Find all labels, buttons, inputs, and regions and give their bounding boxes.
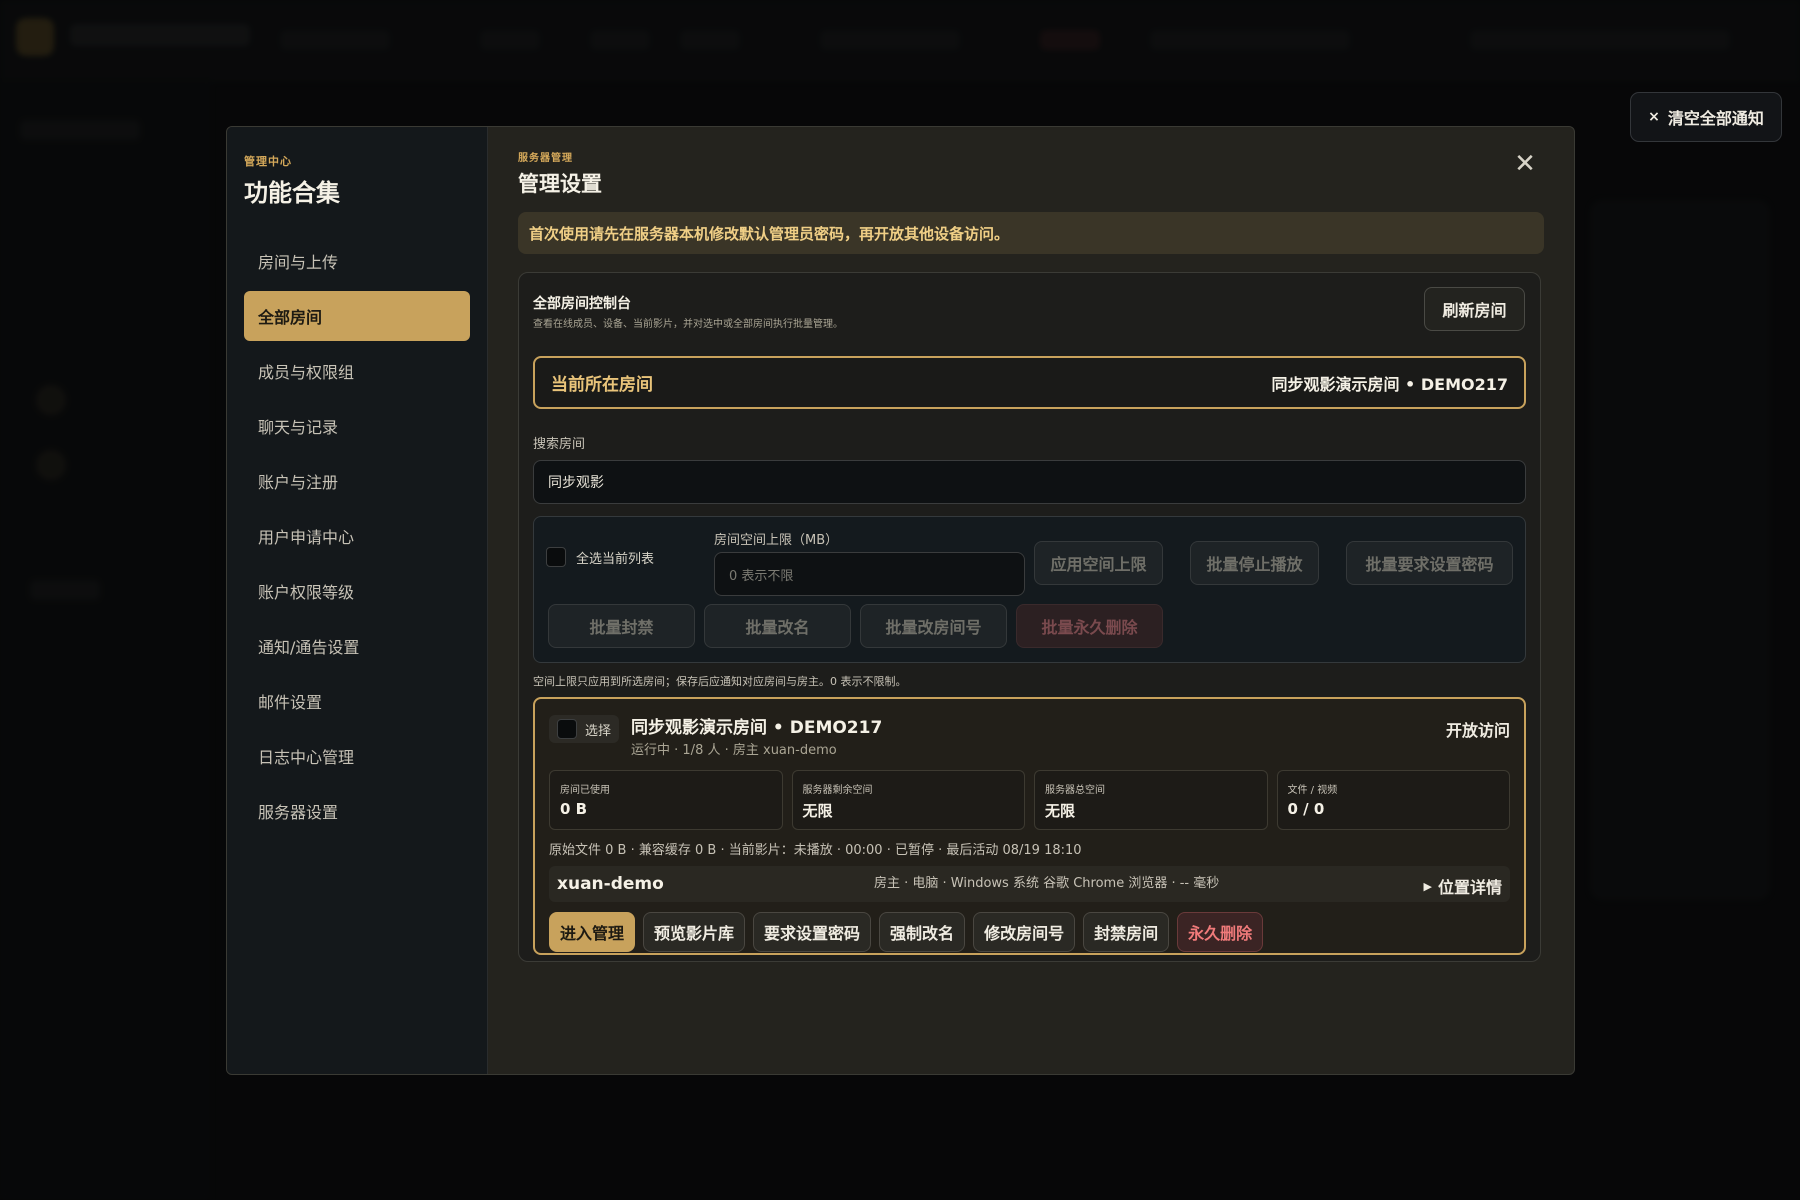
page-title: 管理设置 (518, 172, 602, 196)
close-modal-button[interactable]: ✕ (1510, 149, 1540, 179)
refresh-rooms-button[interactable]: 刷新房间 (1424, 287, 1525, 331)
select-all-label: 全选当前列表 (576, 551, 655, 567)
room-search-input[interactable]: 同步观影 (533, 460, 1526, 504)
sidebar-item-chat-logs[interactable]: 聊天与记录 (244, 401, 470, 451)
sidebar-title: 功能合集 (244, 179, 340, 207)
clear-all-notifications-button[interactable]: × 清空全部通知 (1630, 92, 1782, 142)
search-label: 搜索房间 (533, 437, 586, 452)
stat-key: 文件 / 视频 (1287, 785, 1338, 796)
stat-files-videos: 文件 / 视频 0 / 0 (1276, 770, 1510, 830)
select-all-toggle[interactable]: 全选当前列表 (546, 547, 654, 567)
sidebar-item-mail-settings[interactable]: 邮件设置 (244, 676, 470, 726)
admin-sidebar: 管理中心 功能合集 房间与上传 全部房间 成员与权限组 聊天与记录 账户与注册 … (227, 127, 488, 1074)
console-subtitle: 查看在线成员、设备、当前影片，并对选中或全部房间执行批量管理。 (533, 319, 843, 330)
stat-value: 无限 (802, 802, 833, 820)
batch-stop-button[interactable]: 批量停止播放 (1190, 541, 1319, 585)
quota-input[interactable]: 0 表示不限 (714, 552, 1025, 596)
room-detail-line: 原始文件 0 B · 兼容缓存 0 B · 当前影片：未播放 · 00:00 ·… (549, 843, 1082, 858)
stat-key: 服务器剩余空间 (802, 785, 873, 796)
ban-room-button[interactable]: 封禁房间 (1083, 912, 1170, 952)
select-all-checkbox[interactable] (546, 547, 566, 567)
room-card: 选择 同步观影演示房间 • DEMO217 运行中 · 1/8 人 · 房主 x… (533, 697, 1526, 955)
room-select-toggle[interactable]: 选择 (549, 715, 620, 743)
sidebar-item-user-applications[interactable]: 用户申请中心 (244, 511, 470, 561)
clear-all-notifications-label: 清空全部通知 (1667, 109, 1764, 128)
stat-key: 服务器总空间 (1045, 785, 1105, 796)
stat-server-total: 服务器总空间 无限 (1034, 770, 1268, 830)
batch-delete-button[interactable]: 批量永久删除 (1016, 604, 1163, 648)
stat-value: 无限 (1045, 802, 1076, 820)
sidebar-item-rooms-upload[interactable]: 房间与上传 (244, 236, 470, 286)
stat-key: 房间已使用 (560, 785, 610, 796)
room-stats: 房间已使用 0 B 服务器剩余空间 无限 服务器总空间 无限 文件 / 视频 0… (549, 770, 1510, 830)
batch-ban-button[interactable]: 批量封禁 (548, 604, 695, 648)
room-title-block: 同步观影演示房间 • DEMO217 运行中 · 1/8 人 · 房主 xuan… (631, 713, 882, 758)
owner-name: xuan-demo (557, 874, 664, 894)
sidebar-item-members-groups[interactable]: 成员与权限组 (244, 346, 470, 396)
room-card-header: 选择 同步观影演示房间 • DEMO217 运行中 · 1/8 人 · 房主 x… (549, 713, 1510, 758)
room-access-status: 开放访问 (1445, 721, 1510, 740)
triangle-right-icon: ▶ (1423, 879, 1432, 893)
batch-require-password-button[interactable]: 批量要求设置密码 (1346, 541, 1513, 585)
current-room-banner: 当前所在房间 同步观影演示房间 • DEMO217 (533, 356, 1526, 409)
quota-hint: 空间上限只应用到所选房间；保存后应通知对应房间与房主。0 表示不限制。 (533, 675, 907, 688)
owner-device: 房主 · 电脑 · Windows 系统 谷歌 Chrome 浏览器 · -- … (874, 876, 1220, 891)
sidebar-item-accounts-registration[interactable]: 账户与注册 (244, 456, 470, 506)
enter-manage-button[interactable]: 进入管理 (549, 912, 636, 952)
change-room-number-button[interactable]: 修改房间号 (973, 912, 1076, 952)
force-rename-button[interactable]: 强制改名 (879, 912, 966, 952)
main-eyebrow: 服务器管理 (518, 153, 573, 164)
batch-change-number-button[interactable]: 批量改房间号 (860, 604, 1007, 648)
apply-quota-button[interactable]: 应用空间上限 (1034, 541, 1163, 585)
location-details-label: 位置详情 (1437, 878, 1502, 897)
room-select-label: 选择 (585, 723, 612, 739)
close-icon: × (1648, 109, 1660, 125)
stat-value: 0 B (560, 800, 588, 818)
batch-actions-panel: 全选当前列表 房间空间上限（MB） 0 表示不限 应用空间上限 批量停止播放 批… (533, 516, 1526, 663)
sidebar-eyebrow: 管理中心 (244, 155, 292, 168)
room-select-checkbox[interactable] (557, 719, 577, 739)
all-rooms-console: 全部房间控制台 查看在线成员、设备、当前影片，并对选中或全部房间执行批量管理。 … (518, 272, 1541, 962)
sidebar-item-log-center[interactable]: 日志中心管理 (244, 731, 470, 781)
sidebar-item-account-levels[interactable]: 账户权限等级 (244, 566, 470, 616)
quota-label: 房间空间上限（MB） (714, 533, 839, 548)
sidebar-item-server-settings[interactable]: 服务器设置 (244, 786, 470, 836)
room-actions: 进入管理 预览影片库 要求设置密码 强制改名 修改房间号 封禁房间 永久删除 (549, 912, 1510, 952)
current-room-value: 同步观影演示房间 • DEMO217 (1271, 374, 1508, 394)
admin-main: 服务器管理 管理设置 ✕ 首次使用请先在服务器本机修改默认管理员密码，再开放其他… (488, 127, 1574, 1074)
admin-modal: 管理中心 功能合集 房间与上传 全部房间 成员与权限组 聊天与记录 账户与注册 … (226, 126, 1575, 1075)
room-name: 同步观影演示房间 • DEMO217 (631, 718, 883, 738)
stat-server-free: 服务器剩余空间 无限 (791, 770, 1025, 830)
preview-library-button[interactable]: 预览影片库 (643, 912, 746, 952)
owner-row: xuan-demo 房主 · 电脑 · Windows 系统 谷歌 Chrome… (549, 866, 1510, 902)
sidebar-item-notifications[interactable]: 通知/通告设置 (244, 621, 470, 671)
batch-rename-button[interactable]: 批量改名 (704, 604, 851, 648)
require-password-button[interactable]: 要求设置密码 (753, 912, 872, 952)
current-room-label: 当前所在房间 (551, 375, 653, 395)
console-title: 全部房间控制台 (533, 296, 631, 312)
location-details-toggle[interactable]: ▶ 位置详情 (1424, 874, 1502, 898)
delete-room-button[interactable]: 永久删除 (1177, 912, 1264, 952)
room-meta: 运行中 · 1/8 人 · 房主 xuan-demo (631, 743, 837, 758)
stat-value: 0 / 0 (1287, 800, 1325, 818)
security-warning: 首次使用请先在服务器本机修改默认管理员密码，再开放其他设备访问。 (518, 212, 1544, 254)
stat-room-used: 房间已使用 0 B (549, 770, 783, 830)
sidebar-item-all-rooms[interactable]: 全部房间 (244, 291, 470, 341)
